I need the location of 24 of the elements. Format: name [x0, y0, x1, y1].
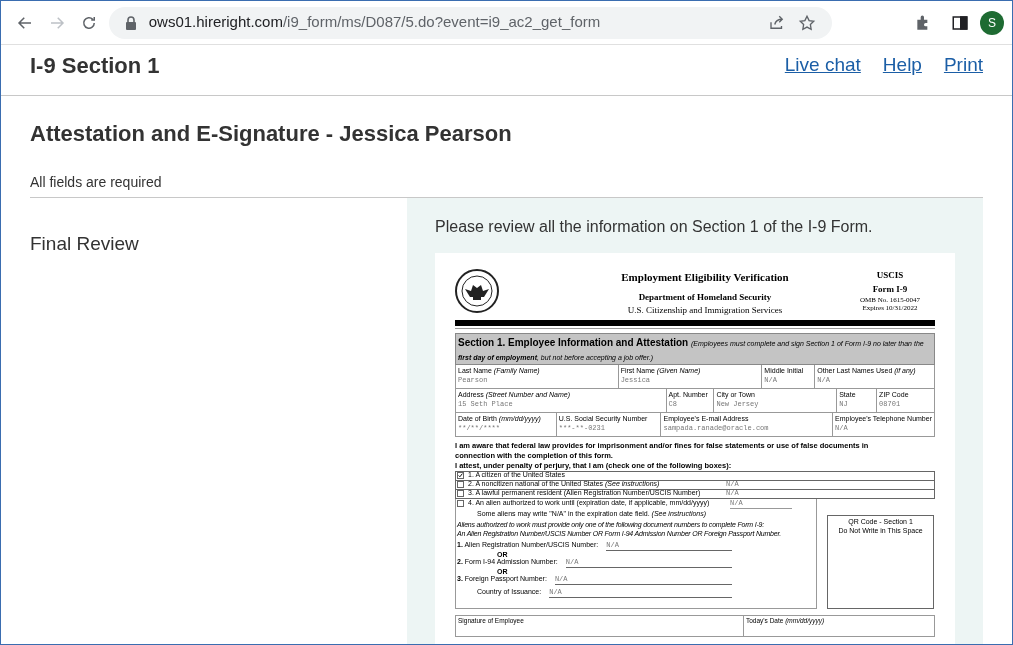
header-link[interactable]: Live chat — [784, 51, 861, 80]
form-department: Department of Homeland Security — [638, 290, 772, 304]
checkbox[interactable] — [457, 481, 464, 488]
page-title: I-9 Section 1 — [30, 52, 160, 80]
seal-icon — [455, 269, 499, 313]
side-panel-icon[interactable] — [951, 13, 970, 32]
form-name: Form I-9 — [872, 282, 908, 296]
page-heading: Attestation and E-Signature - Jessica Pearson — [30, 120, 513, 148]
form-agency: U.S. Citizenship and Immigration Services — [627, 304, 783, 317]
url-text: ows01.hireright.com/i9_form/ms/D087/5.do?event=i9_ac2_get_form — [148, 12, 601, 33]
address-bar[interactable]: ows01.hireright.com/i9_form/ms/D087/5.do?event=i9_ac2_get_form — [108, 6, 832, 39]
star-icon[interactable] — [797, 13, 816, 32]
lock-icon — [124, 15, 137, 30]
checkbox[interactable] — [457, 490, 464, 497]
review-prompt: Please review all the information on Section 1 of the I-9 Form. — [435, 217, 874, 237]
header-link[interactable]: Print — [943, 51, 983, 80]
agency-short: USCIS — [876, 269, 904, 282]
profile-avatar[interactable]: S — [980, 10, 1004, 35]
checkbox[interactable] — [457, 472, 464, 479]
checkbox[interactable] — [457, 500, 464, 507]
section-label: Final Review — [30, 232, 140, 256]
share-icon[interactable] — [767, 13, 786, 32]
header-link[interactable]: Help — [882, 51, 922, 80]
form-title: Employment Eligibility Verification — [621, 270, 789, 285]
